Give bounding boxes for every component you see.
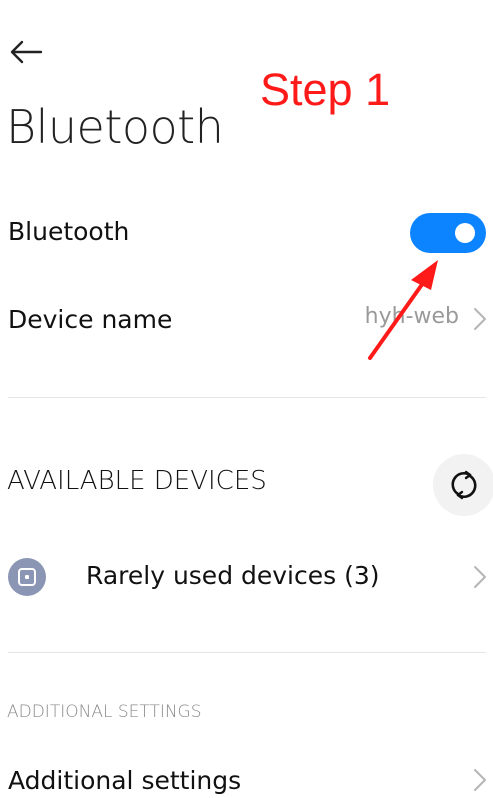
page-title: Bluetooth xyxy=(6,100,224,154)
device-icon xyxy=(8,558,46,596)
toggle-knob xyxy=(455,223,475,243)
additional-settings-label: Additional settings xyxy=(8,765,242,795)
divider xyxy=(8,397,486,398)
rarely-used-devices-row[interactable]: Rarely used devices (3) xyxy=(0,548,493,606)
device-name-row[interactable]: Device name hyh-web xyxy=(0,293,493,345)
available-devices-heading: AVAILABLE DEVICES xyxy=(7,466,267,496)
device-name-label: Device name xyxy=(8,304,173,334)
divider xyxy=(8,652,486,653)
arrow-left-icon xyxy=(10,40,43,64)
additional-settings-heading: ADDITIONAL SETTINGS xyxy=(7,702,202,722)
refresh-button[interactable] xyxy=(433,454,493,516)
chevron-right-icon xyxy=(474,566,486,588)
chevron-right-icon xyxy=(474,769,486,791)
refresh-icon xyxy=(451,470,477,500)
device-name-value: hyh-web xyxy=(364,304,459,329)
bluetooth-toggle[interactable] xyxy=(410,213,486,253)
bluetooth-settings-screen: Step 1 Bluetooth Bluetooth Device name h… xyxy=(0,0,493,798)
rarely-used-devices-label: Rarely used devices (3) xyxy=(86,561,380,590)
bluetooth-row: Bluetooth xyxy=(0,205,493,257)
step-annotation: Step 1 xyxy=(260,64,391,115)
back-button[interactable] xyxy=(4,30,48,74)
chevron-right-icon xyxy=(474,308,486,330)
bluetooth-label: Bluetooth xyxy=(8,216,130,246)
additional-settings-row[interactable]: Additional settings xyxy=(0,758,493,798)
